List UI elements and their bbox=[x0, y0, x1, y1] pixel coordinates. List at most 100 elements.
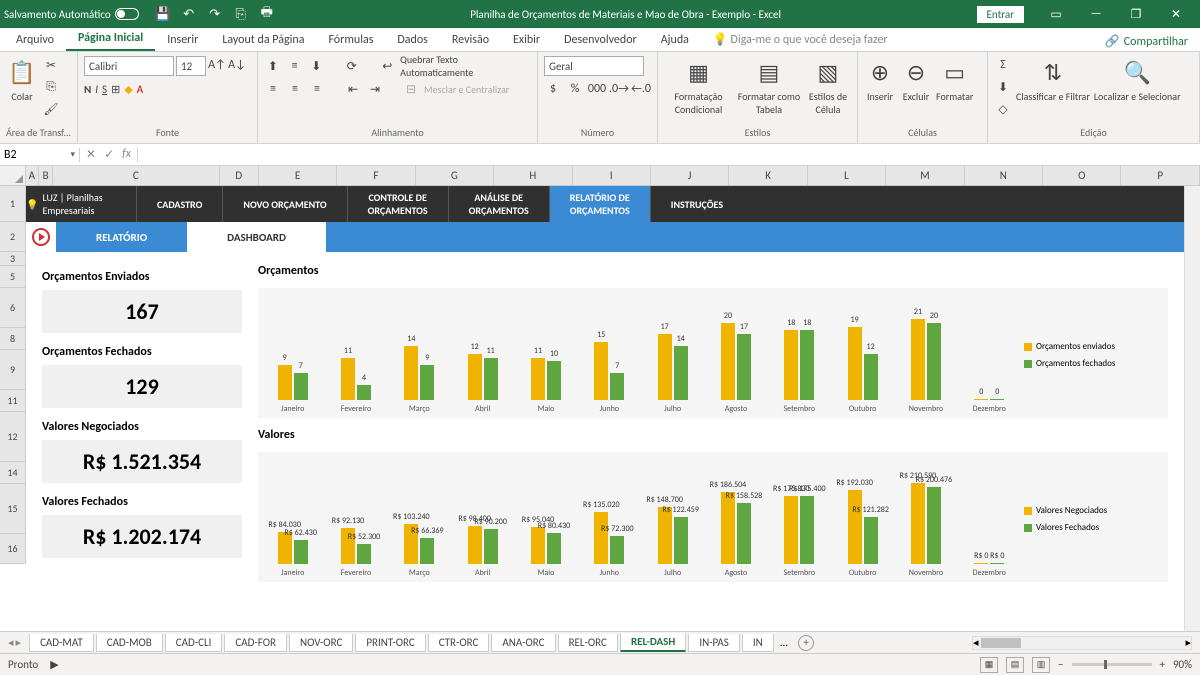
play-button[interactable] bbox=[26, 222, 56, 252]
touch-icon[interactable]: ⎘ bbox=[233, 6, 249, 22]
fill-color-icon[interactable]: ◆ bbox=[124, 83, 132, 96]
zoom-slider[interactable] bbox=[1072, 663, 1152, 666]
column-header[interactable]: F bbox=[337, 166, 415, 185]
format-painter-icon[interactable]: 🖌 bbox=[42, 100, 60, 118]
decrease-indent-icon[interactable]: ⇤ bbox=[344, 80, 362, 98]
column-header[interactable]: N bbox=[965, 166, 1043, 185]
font-color-icon[interactable]: A bbox=[137, 83, 143, 96]
horizontal-scrollbar[interactable]: ◂▸ bbox=[972, 636, 1192, 650]
tell-me-search[interactable]: 💡 Diga-me o que você deseja fazer bbox=[701, 28, 900, 51]
font-name-select[interactable]: Calibri bbox=[84, 56, 174, 76]
format-table-icon[interactable]: ▤ bbox=[753, 56, 785, 88]
menu-tab-revisão[interactable]: Revisão bbox=[440, 29, 501, 51]
subnav-dashboard[interactable]: DASHBOARD bbox=[187, 222, 326, 252]
column-header[interactable]: G bbox=[416, 166, 494, 185]
select-all-corner[interactable] bbox=[0, 166, 26, 185]
insert-cells-icon[interactable]: ⊕ bbox=[864, 56, 896, 88]
menu-tab-desenvolvedor[interactable]: Desenvolvedor bbox=[552, 29, 649, 51]
redo-icon[interactable]: ↷ bbox=[207, 6, 223, 22]
vertical-scrollbar[interactable] bbox=[1184, 186, 1200, 631]
currency-icon[interactable]: $ bbox=[544, 80, 562, 98]
increase-indent-icon[interactable]: ⇥ bbox=[366, 80, 384, 98]
sheet-tab-rel-orc[interactable]: REL-ORC bbox=[558, 634, 618, 652]
column-header[interactable]: K bbox=[729, 166, 807, 185]
sheet-tab-cad-mat[interactable]: CAD-MAT bbox=[29, 634, 94, 652]
column-header[interactable]: C bbox=[53, 166, 220, 185]
menu-tab-página-inicial[interactable]: Página Inicial bbox=[66, 27, 155, 51]
clear-icon[interactable]: ◇ bbox=[994, 100, 1012, 118]
wrap-text-icon[interactable]: ↩ bbox=[378, 57, 396, 75]
align-center-icon[interactable]: ≡ bbox=[286, 80, 304, 98]
decrease-decimal-icon[interactable]: ←.0 bbox=[632, 80, 650, 98]
row-header[interactable]: 6 bbox=[0, 288, 26, 328]
align-right-icon[interactable]: ≡ bbox=[308, 80, 326, 98]
row-header[interactable]: 9 bbox=[0, 350, 26, 390]
minimize-icon[interactable]: — bbox=[1076, 0, 1116, 28]
column-header[interactable]: I bbox=[573, 166, 651, 185]
sort-filter-icon[interactable]: ⇅ bbox=[1037, 56, 1069, 88]
sheet-nav-arrows[interactable]: ◂▸ bbox=[8, 636, 21, 649]
signin-button[interactable]: Entrar bbox=[977, 6, 1024, 23]
find-select-icon[interactable]: 🔍 bbox=[1121, 56, 1153, 88]
copy-icon[interactable]: ⎘ bbox=[42, 78, 60, 96]
sheet-tab-ctr-orc[interactable]: CTR-ORC bbox=[428, 634, 490, 652]
autosave-toggle[interactable]: Salvamento Automático bbox=[4, 8, 139, 21]
close-icon[interactable]: ✕ bbox=[1156, 0, 1196, 28]
row-header[interactable]: 11 bbox=[0, 390, 26, 412]
macro-record-icon[interactable]: ▶ bbox=[50, 658, 58, 671]
menu-tab-arquivo[interactable]: Arquivo bbox=[4, 29, 66, 51]
border-icon[interactable]: ⊞ bbox=[111, 83, 120, 96]
row-header[interactable]: 15 bbox=[0, 484, 26, 534]
name-box[interactable]: B2 bbox=[0, 148, 80, 162]
sheet-tab-in[interactable]: IN bbox=[742, 634, 774, 652]
number-format-select[interactable]: Geral bbox=[544, 56, 644, 76]
nav-controle-de-orçamentos[interactable]: CONTROLE DEORÇAMENTOS bbox=[347, 186, 448, 222]
column-header[interactable]: E bbox=[259, 166, 337, 185]
column-header[interactable]: P bbox=[1121, 166, 1199, 185]
add-sheet-button[interactable]: + bbox=[798, 635, 814, 651]
page-break-icon[interactable]: ▥ bbox=[1032, 657, 1050, 673]
menu-tab-inserir[interactable]: Inserir bbox=[155, 29, 210, 51]
cell-styles-icon[interactable]: ▧ bbox=[812, 56, 844, 88]
normal-view-icon[interactable]: ▦ bbox=[980, 657, 998, 673]
paste-icon[interactable]: 📋 bbox=[6, 56, 38, 88]
maximize-icon[interactable]: ❐ bbox=[1116, 0, 1156, 28]
increase-font-icon[interactable]: A↑ bbox=[208, 56, 226, 74]
enter-formula-icon[interactable]: ✓ bbox=[104, 147, 114, 162]
zoom-level[interactable]: 90% bbox=[1173, 658, 1192, 671]
thousands-icon[interactable]: 000 bbox=[588, 80, 606, 98]
sheet-tab-cad-mob[interactable]: CAD-MOB bbox=[96, 634, 163, 652]
conditional-format-icon[interactable]: ▦ bbox=[682, 56, 714, 88]
align-top-icon[interactable]: ⬆ bbox=[264, 57, 282, 75]
column-header[interactable]: A bbox=[26, 166, 40, 185]
merge-icon[interactable]: ⊟ bbox=[402, 80, 420, 98]
sheet-tab-print-orc[interactable]: PRINT-ORC bbox=[355, 634, 425, 652]
row-header[interactable]: 16 bbox=[0, 534, 26, 564]
column-header[interactable]: M bbox=[886, 166, 964, 185]
nav-análise-de-orçamentos[interactable]: ANÁLISE DEORÇAMENTOS bbox=[448, 186, 549, 222]
quickprint-icon[interactable]: 🖶 bbox=[259, 6, 275, 22]
row-header[interactable]: 2 bbox=[0, 222, 26, 252]
sheet-tab-in-pas[interactable]: IN-PAS bbox=[688, 634, 740, 652]
menu-tab-dados[interactable]: Dados bbox=[385, 29, 439, 51]
row-header[interactable]: 14 bbox=[0, 462, 26, 484]
align-bottom-icon[interactable]: ⬇ bbox=[307, 57, 325, 75]
font-size-select[interactable]: 12 bbox=[176, 56, 206, 76]
more-sheets[interactable]: ... bbox=[776, 636, 792, 649]
zoom-out-icon[interactable]: − bbox=[1058, 658, 1063, 671]
nav-instruções[interactable]: INSTRUÇÕES bbox=[650, 186, 743, 222]
page-layout-icon[interactable]: ▤ bbox=[1006, 657, 1024, 673]
cancel-formula-icon[interactable]: ✕ bbox=[86, 147, 96, 162]
align-middle-icon[interactable]: ≡ bbox=[286, 57, 304, 75]
sheet-tab-nov-orc[interactable]: NOV-ORC bbox=[289, 634, 353, 652]
row-header[interactable]: 3 bbox=[0, 252, 26, 266]
menu-tab-layout-da-página[interactable]: Layout da Página bbox=[210, 29, 316, 51]
sheet-tab-cad-cli[interactable]: CAD-CLI bbox=[165, 634, 223, 652]
column-header[interactable]: J bbox=[651, 166, 729, 185]
undo-icon[interactable]: ↶ bbox=[181, 6, 197, 22]
nav-cadastro[interactable]: CADASTRO bbox=[136, 186, 222, 222]
fill-icon[interactable]: ⬇ bbox=[994, 78, 1012, 96]
sheet-tab-ana-orc[interactable]: ANA-ORC bbox=[491, 634, 555, 652]
fx-icon[interactable]: fx bbox=[122, 147, 131, 162]
menu-tab-fórmulas[interactable]: Fórmulas bbox=[316, 29, 385, 51]
